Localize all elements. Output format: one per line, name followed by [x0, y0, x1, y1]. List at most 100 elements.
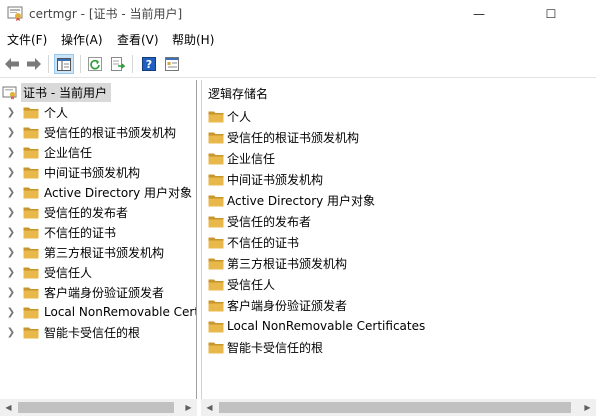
properties-icon: [165, 57, 179, 71]
list-item[interactable]: 受信任人: [208, 274, 275, 294]
menu-view[interactable]: 查看(V): [117, 31, 159, 48]
tree-item[interactable]: ❯ 客户端身份验证颁发者: [0, 282, 164, 302]
tree-item[interactable]: ❯ 智能卡受信任的根: [0, 322, 140, 342]
scroll-left-arrow-icon[interactable]: ◀: [0, 399, 17, 416]
folder-icon: [23, 187, 39, 198]
scroll-right-arrow-icon[interactable]: ▶: [579, 399, 596, 416]
list-item[interactable]: 受信任的根证书颁发机构: [208, 127, 359, 147]
folder-icon: [208, 111, 224, 122]
tree-item[interactable]: ❯ 中间证书颁发机构: [0, 162, 140, 182]
properties-button[interactable]: [162, 54, 182, 74]
list-item-label: 企业信任: [227, 151, 276, 166]
svg-text:?: ?: [146, 58, 152, 71]
back-button[interactable]: [2, 54, 22, 74]
forward-icon: [27, 58, 41, 70]
expand-chevron-icon[interactable]: ❯: [2, 327, 20, 338]
tree-item-label: 智能卡受信任的根: [44, 325, 141, 340]
folder-icon: [23, 227, 39, 238]
scroll-left-arrow-icon[interactable]: ◀: [201, 399, 218, 416]
list-item-label: 不信任的证书: [227, 235, 300, 250]
expand-chevron-icon[interactable]: ❯: [2, 167, 20, 178]
folder-icon: [23, 267, 39, 278]
expand-chevron-icon[interactable]: ❯: [2, 207, 20, 218]
list-item-label: 第三方根证书颁发机构: [227, 256, 348, 271]
folder-icon: [208, 300, 224, 311]
column-header-store-name[interactable]: 逻辑存储名: [208, 85, 268, 102]
folder-icon: [208, 321, 224, 332]
folder-icon: [23, 207, 39, 218]
tree-item-label: 不信任的证书: [44, 225, 117, 240]
list-item[interactable]: 不信任的证书: [208, 232, 299, 252]
help-button[interactable]: ?: [139, 54, 159, 74]
tree-root-label: 证书 - 当前用户: [21, 82, 111, 102]
tree-item[interactable]: ❯ Local NonRemovable Certificates: [0, 302, 196, 322]
expand-chevron-icon[interactable]: ❯: [2, 127, 20, 138]
list-item[interactable]: 个人: [208, 106, 251, 126]
title-bar: certmgr - [证书 - 当前用户] — ☐: [0, 0, 596, 28]
menu-file[interactable]: 文件(F): [7, 31, 47, 48]
scroll-thumb[interactable]: [18, 402, 174, 413]
menu-action[interactable]: 操作(A): [61, 31, 103, 48]
list-item[interactable]: 第三方根证书颁发机构: [208, 253, 347, 273]
list-horizontal-scrollbar[interactable]: ◀ ▶: [201, 399, 596, 416]
list-item[interactable]: 智能卡受信任的根: [208, 337, 323, 357]
window-title: certmgr - [证书 - 当前用户]: [29, 7, 183, 21]
minimize-button[interactable]: —: [456, 0, 502, 28]
forward-button[interactable]: [24, 54, 44, 74]
expand-chevron-icon[interactable]: ❯: [2, 267, 20, 278]
expand-chevron-icon[interactable]: ❯: [2, 247, 20, 258]
certificates-store-icon: [2, 86, 17, 100]
toolbar-separator: [80, 55, 81, 73]
expand-chevron-icon[interactable]: ❯: [2, 187, 20, 198]
refresh-button[interactable]: [85, 54, 105, 74]
tree-item[interactable]: ❯ 受信任的发布者: [0, 202, 128, 222]
folder-icon: [208, 195, 224, 206]
tree-item-label: 中间证书颁发机构: [44, 165, 141, 180]
list-item-label: Active Directory 用户对象: [227, 193, 376, 208]
tree-item[interactable]: ❯ Active Directory 用户对象: [0, 182, 192, 202]
tree-item[interactable]: ❯ 不信任的证书: [0, 222, 116, 242]
list-item[interactable]: Local NonRemovable Certificates: [208, 316, 425, 336]
menu-help[interactable]: 帮助(H): [172, 31, 214, 48]
folder-icon: [23, 327, 39, 338]
tree-item[interactable]: ❯ 第三方根证书颁发机构: [0, 242, 164, 262]
tree-item-label: 第三方根证书颁发机构: [44, 245, 165, 260]
menu-bar: 文件(F) 操作(A) 查看(V) 帮助(H): [0, 28, 596, 50]
expand-chevron-icon[interactable]: ❯: [2, 307, 20, 318]
scroll-right-arrow-icon[interactable]: ▶: [180, 399, 197, 416]
folder-icon: [208, 237, 224, 248]
tree-item[interactable]: ❯ 受信任人: [0, 262, 92, 282]
expand-chevron-icon[interactable]: ❯: [2, 147, 20, 158]
folder-icon: [23, 167, 39, 178]
list-item[interactable]: 中间证书颁发机构: [208, 169, 323, 189]
list-item[interactable]: 客户端身份验证颁发者: [208, 295, 347, 315]
tree-root-node[interactable]: 证书 - 当前用户: [2, 82, 111, 102]
expand-chevron-icon[interactable]: ❯: [2, 107, 20, 118]
folder-icon: [208, 174, 224, 185]
list-item[interactable]: 企业信任: [208, 148, 275, 168]
folder-icon: [208, 153, 224, 164]
list-item-label: 受信任的根证书颁发机构: [227, 130, 360, 145]
folder-icon: [208, 279, 224, 290]
export-list-icon: [111, 57, 125, 71]
export-list-button[interactable]: [108, 54, 128, 74]
tree-horizontal-scrollbar[interactable]: ◀ ▶: [0, 399, 197, 416]
scroll-thumb[interactable]: [219, 402, 571, 413]
expand-chevron-icon[interactable]: ❯: [2, 287, 20, 298]
tree-pane[interactable]: 证书 - 当前用户 ❯ 个人 ❯ 受信任的根证书颁发机构 ❯ 企业信任 ❯ 中间证书颁发机构 ❯…: [0, 80, 197, 416]
tree-item[interactable]: ❯ 个人: [0, 102, 68, 122]
folder-icon: [23, 307, 39, 318]
folder-icon: [23, 127, 39, 138]
folder-icon: [23, 287, 39, 298]
maximize-button[interactable]: ☐: [528, 0, 574, 28]
tree-item[interactable]: ❯ 受信任的根证书颁发机构: [0, 122, 176, 142]
list-pane[interactable]: 逻辑存储名 个人受信任的根证书颁发机构 企业信任中间证书颁发机构 Active Di…: [201, 80, 596, 416]
list-item[interactable]: Active Directory 用户对象: [208, 190, 375, 210]
tree-item[interactable]: ❯ 企业信任: [0, 142, 92, 162]
list-item[interactable]: 受信任的发布者: [208, 211, 311, 231]
certmgr-app-icon: [7, 6, 23, 21]
folder-icon: [23, 107, 39, 118]
list-item-label: 受信任人: [227, 277, 276, 292]
expand-chevron-icon[interactable]: ❯: [2, 227, 20, 238]
show-hide-tree-button[interactable]: [54, 54, 74, 74]
